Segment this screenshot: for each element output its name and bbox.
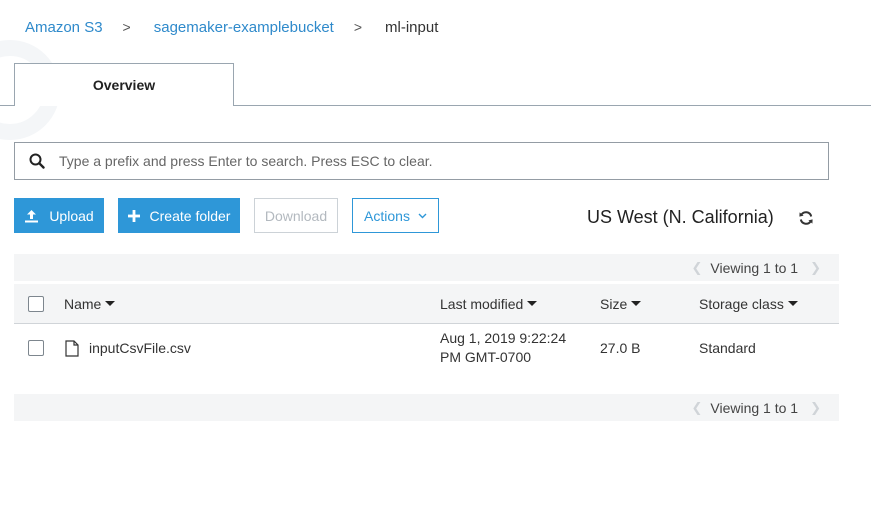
- file-name-cell: inputCsvFile.csv: [65, 325, 191, 371]
- column-header-name-label: Name: [64, 295, 102, 312]
- chevron-left-icon[interactable]: ❮: [691, 260, 702, 276]
- pagination-bottom: ❮ Viewing 1 to 1 ❯: [14, 394, 839, 421]
- breadcrumb-link-amazon-s3[interactable]: Amazon S3: [25, 19, 103, 36]
- chevron-left-icon[interactable]: ❮: [691, 400, 702, 416]
- chevron-right-icon[interactable]: ❯: [810, 400, 821, 416]
- breadcrumb-current: ml-input: [385, 18, 439, 36]
- column-header-last-modified[interactable]: Last modified: [440, 284, 538, 323]
- last-modified-cell: Aug 1, 2019 9:22:24 PM GMT-0700: [440, 325, 566, 371]
- search-input[interactable]: [59, 153, 799, 169]
- breadcrumb-separator: >: [353, 19, 363, 35]
- download-button[interactable]: Download: [254, 198, 338, 233]
- pagination-top: ❮ Viewing 1 to 1 ❯: [14, 254, 839, 281]
- actions-dropdown[interactable]: Actions: [352, 198, 439, 233]
- column-header-last-modified-label: Last modified: [440, 295, 524, 312]
- pagination-text: Viewing 1 to 1: [710, 259, 799, 276]
- create-folder-button[interactable]: Create folder: [118, 198, 240, 233]
- column-header-name[interactable]: Name: [64, 284, 116, 323]
- column-header-storage-class[interactable]: Storage class: [699, 284, 798, 323]
- column-header-size-label: Size: [600, 295, 628, 312]
- tab-overview[interactable]: Overview: [14, 63, 234, 106]
- file-name-link[interactable]: inputCsvFile.csv: [89, 340, 191, 356]
- create-folder-button-label: Create folder: [149, 207, 231, 224]
- storage-class-cell: Standard: [699, 340, 756, 356]
- file-icon: [65, 339, 79, 357]
- plus-icon: [127, 209, 140, 222]
- search-icon: [15, 153, 59, 169]
- chevron-right-icon[interactable]: ❯: [810, 260, 821, 276]
- breadcrumb: Amazon S3 > sagemaker-examplebucket > ml…: [25, 17, 438, 37]
- last-modified-date: Aug 1, 2019 9:22:24: [440, 330, 567, 346]
- sort-caret-icon: [787, 301, 798, 306]
- chevron-down-icon: [418, 213, 427, 219]
- breadcrumb-separator: >: [122, 19, 131, 35]
- upload-button[interactable]: Upload: [14, 198, 104, 233]
- table-row[interactable]: inputCsvFile.csv Aug 1, 2019 9:22:24 PM …: [14, 325, 839, 371]
- sort-caret-icon: [527, 301, 538, 306]
- refresh-icon[interactable]: [798, 210, 814, 226]
- actions-dropdown-label: Actions: [364, 207, 410, 224]
- sort-caret-icon: [631, 301, 642, 306]
- sort-caret-icon: [105, 301, 116, 306]
- breadcrumb-link-bucket[interactable]: sagemaker-examplebucket: [154, 19, 334, 36]
- upload-button-label: Upload: [49, 207, 94, 224]
- column-header-storage-class-label: Storage class: [699, 295, 784, 312]
- pagination-text: Viewing 1 to 1: [710, 399, 799, 416]
- last-modified-time: PM GMT-0700: [440, 349, 532, 365]
- row-checkbox[interactable]: [28, 340, 44, 356]
- select-all-cell: [28, 284, 44, 323]
- select-all-checkbox[interactable]: [28, 295, 44, 312]
- size-cell: 27.0 B: [600, 340, 641, 356]
- column-header-size[interactable]: Size: [600, 284, 642, 323]
- region-label: US West (N. California): [587, 207, 774, 227]
- table-header: Name Last modified Size Storage class: [14, 284, 839, 324]
- search-box: [14, 142, 829, 180]
- row-select-cell: [28, 325, 44, 371]
- upload-icon: [24, 209, 39, 223]
